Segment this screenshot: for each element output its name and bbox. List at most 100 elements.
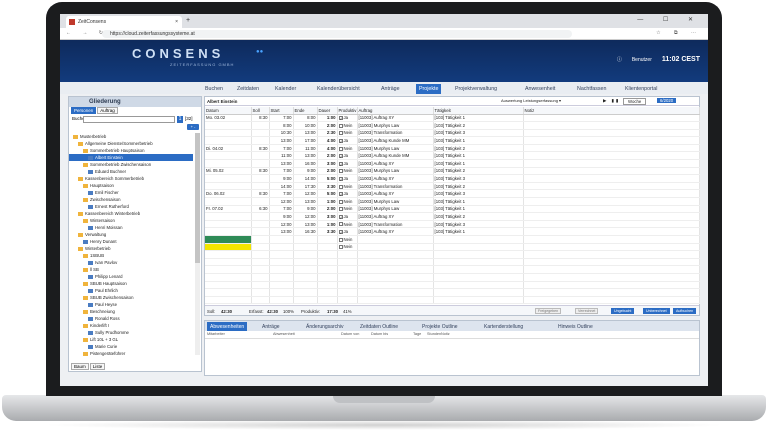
produktiv-cell[interactable]: [337, 281, 358, 290]
produktiv-cell[interactable]: ✓Ja: [337, 212, 358, 221]
notiz-cell[interactable]: [523, 121, 700, 130]
ende-cell[interactable]: 13:00: [293, 129, 318, 138]
produktiv-checkbox[interactable]: [338, 207, 343, 212]
date-field[interactable]: 6/2020: [657, 98, 677, 103]
taetigkeit-cell[interactable]: [103] Tätigkeit 1: [433, 197, 524, 206]
table-row[interactable]: Fr. 07.02 6:30 7:00 9:00 2:00 Nein [11003] Mur…: [205, 205, 700, 214]
menu-item-buchen[interactable]: Buchen: [202, 84, 226, 94]
tree-node[interactable]: Marie Curie: [69, 343, 193, 350]
start-cell[interactable]: [269, 250, 294, 259]
notiz-cell[interactable]: [523, 220, 700, 229]
info-icon[interactable]: ⓘ: [617, 56, 622, 63]
tree-node[interactable]: Kinderlift I: [69, 322, 193, 329]
auftrag-cell[interactable]: [11003] Transformation: [357, 220, 434, 229]
produktiv-cell[interactable]: ✓Ja: [337, 114, 358, 123]
menu-item-projektverwaltung[interactable]: Projektverwaltung: [452, 84, 500, 94]
auftrag-cell[interactable]: [357, 258, 434, 267]
produktiv-cell[interactable]: Nein: [337, 121, 358, 130]
notiz-cell[interactable]: [523, 273, 700, 282]
menu-item-projekte[interactable]: Projekte: [416, 84, 442, 94]
details-tab-abwesenheiten[interactable]: Abwesenheiten: [207, 322, 248, 331]
start-cell[interactable]: 14:00: [269, 182, 294, 191]
table-row[interactable]: Nein: [205, 243, 700, 252]
notiz-cell[interactable]: [523, 144, 700, 153]
notiz-cell[interactable]: [523, 235, 700, 244]
ende-cell[interactable]: 17:30: [293, 182, 318, 191]
start-cell[interactable]: 11:00: [269, 151, 294, 161]
start-cell[interactable]: 7:00: [269, 114, 294, 123]
notiz-cell[interactable]: [523, 129, 700, 138]
user-name[interactable]: Benutzer: [632, 57, 652, 63]
menu-item-klientenportal[interactable]: Klientenportal: [622, 84, 660, 94]
start-cell[interactable]: 13:00: [269, 136, 294, 145]
ungebucht-button[interactable]: Ungebucht: [611, 308, 635, 314]
taetigkeit-cell[interactable]: [433, 296, 524, 305]
table-row[interactable]: Di. 04.02 8:30 7:00 11:00 4:00 Nein [11003] Mu…: [205, 144, 700, 153]
notiz-cell[interactable]: [523, 296, 700, 305]
produktiv-checkbox[interactable]: [338, 222, 343, 227]
auftrag-cell[interactable]: [11003] Auftrag Kunde MM: [357, 136, 434, 145]
tree-node[interactable]: Pistengeräteführer: [69, 350, 193, 357]
taetigkeit-cell[interactable]: [433, 258, 524, 267]
auftrag-cell[interactable]: [11003] Murphys Law: [357, 167, 434, 176]
auftrag-cell[interactable]: [357, 250, 434, 259]
ende-cell[interactable]: 9:00: [293, 167, 318, 176]
ende-cell[interactable]: [293, 243, 318, 252]
ende-cell[interactable]: 17:00: [293, 136, 318, 145]
produktiv-cell[interactable]: Nein: [337, 129, 358, 138]
ende-cell[interactable]: 12:00: [293, 189, 318, 199]
produktiv-cell[interactable]: [337, 296, 358, 305]
tree-node[interactable]: Wintersaison: [69, 217, 193, 224]
notiz-cell[interactable]: [523, 212, 700, 221]
details-tab-kartenderstellung[interactable]: Kartenderstellung: [481, 322, 526, 331]
taetigkeit-cell[interactable]: [103] Tätigkeit 1: [433, 136, 524, 145]
tree-node[interactable]: Sully Prudhomme: [69, 329, 193, 336]
browser-tool-icons[interactable]: ☆ ⧉ ⋯: [656, 30, 702, 36]
start-cell[interactable]: [269, 273, 294, 282]
auftrag-cell[interactable]: [11003] Transformation: [357, 182, 434, 191]
auftrag-cell[interactable]: [11003] Auftrag XY: [357, 174, 434, 183]
period-select[interactable]: Woche: [623, 98, 647, 105]
auftrag-cell[interactable]: [357, 296, 434, 305]
ende-cell[interactable]: 13:00: [293, 197, 318, 206]
tree-node[interactable]: SBUB Hauptsaison: [69, 280, 193, 287]
verrechnet-button[interactable]: Verrechnet: [575, 308, 599, 314]
ende-cell[interactable]: [293, 250, 318, 259]
produktiv-checkbox[interactable]: [338, 184, 343, 189]
auftrag-cell[interactable]: [357, 281, 434, 290]
produktiv-cell[interactable]: Nein: [337, 197, 358, 206]
table-row[interactable]: Nein: [205, 235, 700, 244]
produktiv-cell[interactable]: Nein: [337, 243, 358, 252]
tree-node[interactable]: ll SB: [69, 266, 193, 273]
auftrag-cell[interactable]: [11003] Auftrag XY: [357, 227, 434, 236]
add-remove-button[interactable]: + -: [187, 124, 199, 130]
menu-item-zeitdaten[interactable]: Zeitdaten: [234, 84, 262, 94]
taetigkeit-cell[interactable]: [103] Tätigkeit 3: [433, 174, 524, 183]
tree-node[interactable]: Verwaltung: [69, 231, 193, 238]
taetigkeit-cell[interactable]: [103] Tätigkeit 2: [433, 182, 524, 191]
footer-button-baum[interactable]: Baum: [71, 363, 89, 370]
start-cell[interactable]: [269, 235, 294, 244]
tree-node[interactable]: Emil Fischer: [69, 189, 193, 196]
produktiv-checkbox[interactable]: [338, 237, 343, 242]
tree-node[interactable]: Paul Heyse: [69, 301, 193, 308]
auftrag-cell[interactable]: [357, 265, 434, 274]
produktiv-cell[interactable]: ✓Ja: [337, 136, 358, 145]
start-cell[interactable]: 9:00: [269, 212, 294, 221]
table-row[interactable]: Do. 06.02 8:30 7:00 12:00 5:00 ✓Ja [11003] Auf…: [205, 189, 700, 199]
produktiv-checkbox[interactable]: ✓: [338, 116, 343, 121]
table-row[interactable]: 13:00 17:00 4:00 ✓Ja [11003] Auftrag Kunde M…: [205, 136, 700, 145]
notiz-cell[interactable]: [523, 189, 700, 199]
ende-cell[interactable]: 12:00: [293, 212, 318, 221]
table-row[interactable]: [205, 258, 700, 267]
tree-node[interactable]: 1SBUB: [69, 252, 193, 259]
produktiv-checkbox[interactable]: ✓: [338, 138, 343, 143]
menu-item-anwesenheit[interactable]: Anwesenheit: [522, 84, 558, 94]
notiz-cell[interactable]: [523, 243, 700, 252]
ende-cell[interactable]: [293, 281, 318, 290]
auftrag-cell[interactable]: [357, 273, 434, 282]
outline-tab-auftrag[interactable]: Auftrag: [97, 107, 118, 114]
aufbuchen-button[interactable]: Aufbuchen: [673, 308, 697, 314]
taetigkeit-cell[interactable]: [103] Tätigkeit 1: [433, 159, 524, 168]
start-cell[interactable]: [269, 288, 294, 297]
